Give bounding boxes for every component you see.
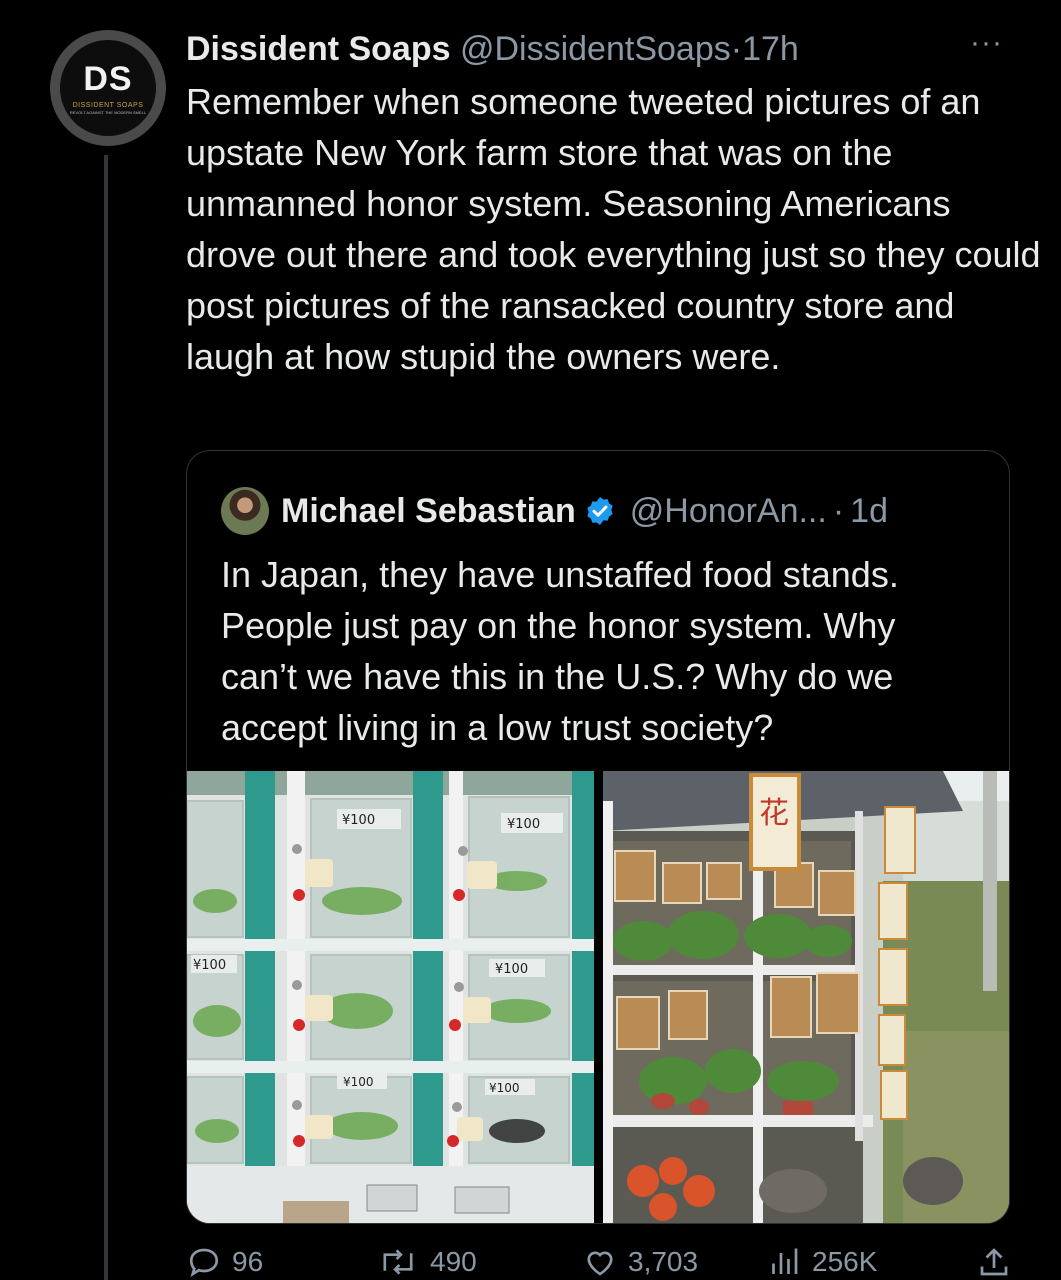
author-name[interactable]: Dissident Soaps (186, 30, 451, 68)
price-label-6: ¥100 (489, 1081, 520, 1095)
share-action[interactable] (976, 1244, 1022, 1280)
like-icon (587, 1251, 613, 1276)
locker-illustration: ¥100 ¥100 ¥100 ¥100 ¥100 ¥100 (187, 771, 594, 1223)
quote-author-handle[interactable]: @HonorAn... (630, 492, 827, 531)
author-avatar[interactable]: DS DISSIDENT SOAPS REVOLT AGAINST THE MO… (50, 30, 166, 146)
price-label-2: ¥100 (507, 817, 540, 832)
quote-time-separator: · (832, 491, 845, 530)
price-label-5: ¥100 (343, 1075, 374, 1089)
avatar-logo: DS DISSIDENT SOAPS REVOLT AGAINST THE MO… (60, 40, 156, 136)
quote-avatar[interactable] (221, 487, 269, 535)
share-icon (980, 1248, 1008, 1276)
views-icon (772, 1248, 798, 1274)
price-label-1: ¥100 (342, 813, 375, 828)
tweet-header: Dissident Soaps @DissidentSoaps·17h (186, 28, 799, 70)
more-icon[interactable]: ··· (970, 26, 1003, 60)
quote-author-name[interactable]: Michael Sebastian (281, 492, 576, 531)
reply-count: 96 (232, 1246, 264, 1277)
price-label-3: ¥100 (193, 958, 226, 973)
retweet-action[interactable]: 490 (376, 1244, 477, 1280)
quote-time[interactable]: 1d (850, 492, 888, 531)
like-action[interactable]: 3,703 (582, 1244, 698, 1280)
retweet-count: 490 (430, 1246, 477, 1277)
locker-photo[interactable]: ¥100 ¥100 ¥100 ¥100 ¥100 ¥100 (187, 771, 594, 1223)
tweet-text: Remember when someone tweeted pictures o… (186, 81, 1041, 377)
quoted-tweet[interactable]: Michael Sebastian @HonorAn... · 1d In Japa… (186, 450, 1010, 1224)
reply-icon (189, 1248, 219, 1277)
time-separator: · (730, 30, 743, 68)
author-handle[interactable]: @DissidentSoaps (460, 30, 731, 68)
price-label-4: ¥100 (495, 962, 528, 977)
thread-line (104, 155, 108, 1280)
quote-header: Michael Sebastian @HonorAn... · 1d (221, 487, 888, 535)
vegetable-stand-photo[interactable]: 花 (603, 771, 1009, 1223)
tweet-actions: 96 490 3,703 256K (186, 1240, 1026, 1280)
stand-sign-text: 花 (759, 796, 789, 831)
tweet-time[interactable]: 17h (742, 30, 799, 68)
like-count: 3,703 (628, 1246, 699, 1277)
views-action[interactable]: 256K (766, 1244, 877, 1280)
retweet-icon (383, 1249, 413, 1275)
quote-text: In Japan, they have unstaffed food stand… (221, 554, 899, 748)
stand-illustration: 花 (603, 771, 1009, 1223)
avatar-tagline: REVOLT AGAINST THE MODERN SMELL (69, 109, 147, 115)
views-count: 256K (812, 1246, 878, 1277)
reply-action[interactable]: 96 (186, 1244, 263, 1280)
avatar-initials: DS (83, 59, 133, 98)
verified-icon (587, 497, 613, 525)
avatar-subtitle: DISSIDENT SOAPS (72, 101, 144, 109)
